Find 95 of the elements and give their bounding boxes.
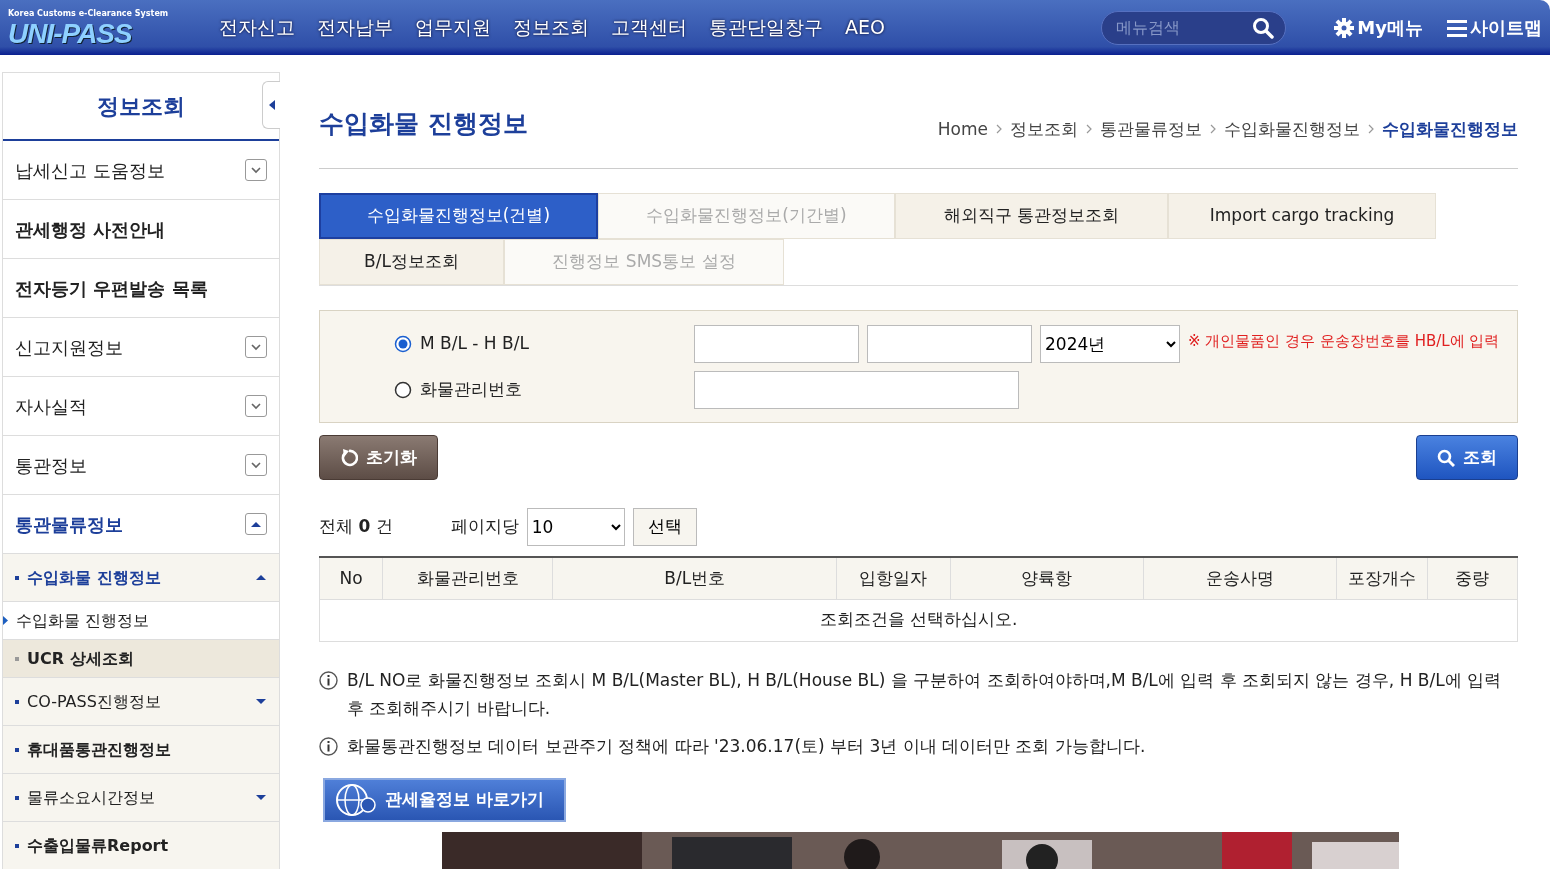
chevron-right-icon — [1210, 124, 1216, 135]
radio-label: 화물관리번호 — [420, 378, 522, 402]
collapse-tab[interactable] — [262, 81, 280, 129]
logo[interactable]: UNI-PASS — [8, 19, 173, 48]
radio-button[interactable] — [394, 335, 412, 353]
tab[interactable]: B/L정보조회 — [319, 239, 504, 285]
apply-button[interactable]: 선택 — [632, 508, 697, 546]
radio-button[interactable] — [394, 381, 412, 399]
sitemap-label: 사이트맵 — [1470, 16, 1542, 40]
logo-caption: Korea Customs e-Clearance System — [8, 7, 169, 20]
sidebar-item[interactable]: UCR 상세조회 — [3, 640, 279, 678]
chevron-down-icon — [250, 164, 262, 176]
search-icon — [1437, 448, 1455, 467]
column-header: No — [319, 557, 383, 599]
bullet-icon — [15, 656, 19, 661]
menu-item[interactable]: 업무지원 — [415, 13, 491, 42]
per-page-select[interactable]: 10 — [526, 508, 625, 546]
expand-toggle[interactable] — [245, 395, 267, 417]
my-menu-label: My메뉴 — [1357, 16, 1423, 40]
menu-item[interactable]: AEO — [845, 13, 885, 42]
sidebar-item[interactable]: 수입화물 진행정보 — [3, 554, 279, 602]
breadcrumb-link[interactable]: 통관물류정보 — [1100, 116, 1202, 142]
sidebar-title: 정보조회 — [97, 92, 185, 121]
chevron-right-icon — [996, 124, 1002, 135]
column-header: B/L번호 — [552, 557, 837, 599]
text-input[interactable] — [694, 371, 1019, 409]
sidebar-item[interactable]: 수출입물류Report — [3, 822, 279, 869]
sidebar-item[interactable]: 통관정보 — [3, 436, 279, 495]
chevron-right-icon — [1368, 124, 1374, 135]
per-page-label: 페이지당 — [450, 515, 519, 539]
bullet-icon — [15, 699, 19, 704]
column-header: 포장개수 — [1336, 557, 1428, 599]
caret-down-icon[interactable] — [255, 696, 267, 707]
caret-up-icon[interactable] — [255, 572, 267, 583]
column-header: 운송사명 — [1143, 557, 1337, 599]
caret-icon — [268, 100, 275, 110]
column-header: 양륙항 — [950, 557, 1144, 599]
search-button[interactable]: 조회 — [1416, 435, 1518, 480]
gear-icon — [1334, 17, 1355, 38]
caret-down-icon[interactable] — [255, 792, 267, 803]
expand-toggle[interactable] — [245, 159, 267, 181]
note-text: 화물통관진행정보 데이터 보관주기 정책에 따라 '23.06.17(토) 부터 3년 이내 데이터만 조회 가능합니다. — [347, 735, 1146, 756]
info-icon — [319, 670, 338, 690]
expand-toggle[interactable] — [245, 454, 267, 476]
sidebar-item[interactable]: 자사실적 — [3, 377, 279, 436]
marker-icon — [3, 616, 8, 625]
sidebar-item[interactable]: 신고지원정보 — [3, 318, 279, 377]
globe-icon — [335, 782, 377, 817]
menu-item[interactable]: 정보조회 — [513, 13, 589, 42]
total-count: 전체 0 건 — [319, 515, 393, 539]
expand-toggle[interactable] — [245, 336, 267, 358]
column-header: 화물관리번호 — [382, 557, 553, 599]
bullet-icon — [15, 747, 19, 752]
tab[interactable]: 수입화물진행정보(건별) — [319, 193, 598, 239]
menu-item[interactable]: 고객센터 — [611, 13, 687, 42]
empty-message: 조회조건을 선택하십시오. — [319, 599, 1518, 641]
chevron-down-icon — [250, 459, 262, 471]
sidebar-item[interactable]: 전자등기 우편발송 목록 — [3, 259, 279, 318]
text-input[interactable] — [867, 325, 1032, 363]
tab[interactable]: 해외직구 통관정보조회 — [895, 193, 1168, 239]
menu-icon — [1447, 18, 1467, 37]
chevron-down-icon — [250, 400, 262, 412]
column-header: 입항일자 — [836, 557, 950, 599]
column-header: 중량 — [1427, 557, 1518, 599]
page-title: 수입화물 진행정보 — [319, 107, 528, 140]
notice-text: ※ 개인물품인 경우 운송장번호를 HB/L에 입력 — [1188, 330, 1500, 352]
breadcrumb-link[interactable]: 수입화물진행정보 — [1224, 116, 1360, 142]
sidebar-item[interactable]: 휴대품통관진행정보 — [3, 726, 279, 774]
bullet-icon — [15, 843, 19, 848]
chevron-right-icon — [1086, 124, 1092, 135]
chevron-down-icon — [250, 341, 262, 353]
expand-toggle[interactable] — [245, 513, 267, 535]
search-field[interactable]: 메뉴검색 — [1101, 10, 1287, 45]
sidebar-item[interactable]: 납세신고 도움정보 — [3, 141, 279, 200]
sidebar-item[interactable]: 물류소요시간정보 — [3, 774, 279, 822]
menu-item[interactable]: 전자납부 — [317, 13, 393, 42]
search-icon[interactable] — [1252, 16, 1275, 39]
bullet-icon — [15, 575, 19, 580]
text-input[interactable] — [694, 325, 859, 363]
sidebar-item[interactable]: 관세행정 사전안내 — [3, 200, 279, 259]
menu-item[interactable]: 전자신고 — [219, 13, 295, 42]
breadcrumb-link[interactable]: Home — [937, 116, 988, 142]
menu-item[interactable]: 통관단일창구 — [709, 13, 823, 42]
tariff-link[interactable]: 관세율정보 바로가기 — [323, 777, 566, 822]
year-select[interactable]: 2024년 — [1040, 325, 1180, 363]
info-icon — [319, 736, 338, 756]
refresh-icon — [340, 448, 358, 467]
reset-button[interactable]: 초기화 — [319, 435, 438, 480]
breadcrumb-link[interactable]: 정보조회 — [1010, 116, 1078, 142]
radio-label: M B/L - H B/L — [420, 332, 529, 356]
bullet-icon — [15, 795, 19, 800]
note-text: B/L NO로 화물진행정보 조회시 M B/L(Master BL), H B/L(House BL) 을 구분하여 조회하여야하며,M B/L에 입력 후 조회되지 않는 경우, H B/L에 입력 후 조회해주시기 바랍니다. — [347, 669, 1502, 718]
breadcrumb-link[interactable]: 수입화물진행정보 — [1382, 116, 1518, 142]
tab[interactable]: Import cargo tracking — [1168, 193, 1436, 239]
sidebar-item[interactable]: CO-PASS진행정보 — [3, 678, 279, 726]
